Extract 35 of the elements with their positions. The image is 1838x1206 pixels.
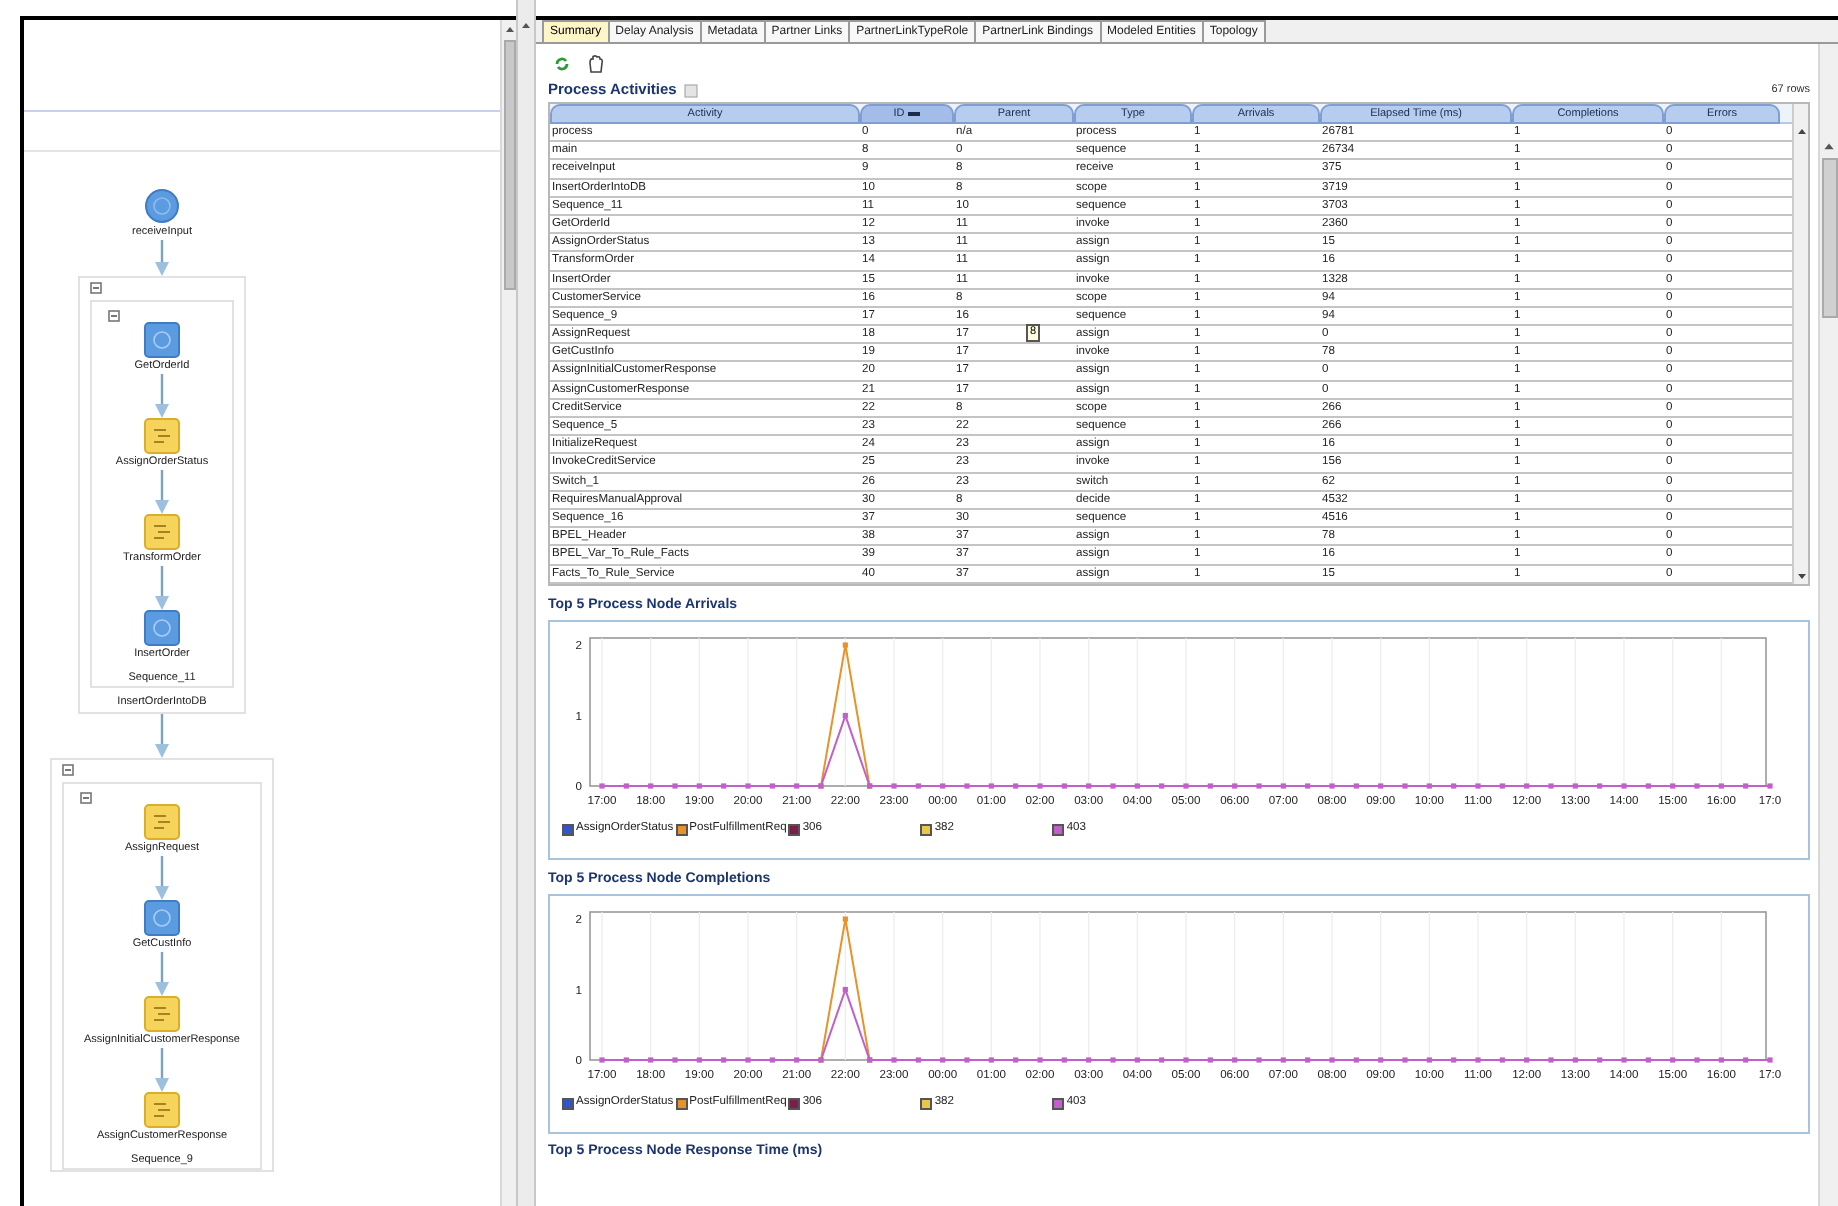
- connector-arrow: [154, 1048, 170, 1092]
- scroll-up-arrow-icon[interactable]: [1795, 126, 1807, 138]
- hand-icon[interactable]: [586, 53, 606, 73]
- connector-arrow: [154, 566, 170, 610]
- connector-arrow: [154, 240, 170, 276]
- scrollbar-thumb[interactable]: [503, 40, 515, 290]
- collapse-icon[interactable]: [80, 792, 92, 804]
- connector-arrow: [154, 470, 170, 514]
- connector-arrow: [154, 856, 170, 900]
- scroll-up-arrow-icon[interactable]: [503, 24, 515, 36]
- connector-arrow: [154, 374, 170, 418]
- assign-node-icon[interactable]: [144, 1092, 180, 1128]
- invoke-node-icon[interactable]: [144, 610, 180, 646]
- collapse-arrow-icon[interactable]: [520, 20, 532, 32]
- scroll-down-arrow-icon[interactable]: [1795, 569, 1807, 582]
- assign-node-icon[interactable]: [144, 418, 180, 454]
- scrollbar[interactable]: [500, 20, 516, 1206]
- connector-arrow: [154, 714, 170, 758]
- page-scrollbar[interactable]: [1818, 44, 1838, 1206]
- assign-node-icon[interactable]: [144, 514, 180, 550]
- connector-arrow: [154, 952, 170, 996]
- refresh-icon[interactable]: [554, 55, 570, 71]
- assign-node-icon[interactable]: [144, 804, 180, 840]
- table-scrollbar[interactable]: [1792, 104, 1808, 584]
- collapse-icon[interactable]: [90, 282, 102, 294]
- scroll-up-arrow-icon[interactable]: [1822, 140, 1836, 154]
- grid-icon[interactable]: [684, 83, 699, 97]
- sort-indicator-icon: [908, 112, 921, 116]
- scrollbar-thumb[interactable]: [1821, 158, 1837, 318]
- receive-circle-icon[interactable]: [144, 188, 180, 224]
- invoke-node-icon[interactable]: [144, 900, 180, 936]
- invoke-node-icon[interactable]: [144, 322, 180, 358]
- collapse-icon[interactable]: [62, 764, 74, 776]
- collapse-icon[interactable]: [108, 310, 120, 322]
- assign-node-icon[interactable]: [144, 996, 180, 1032]
